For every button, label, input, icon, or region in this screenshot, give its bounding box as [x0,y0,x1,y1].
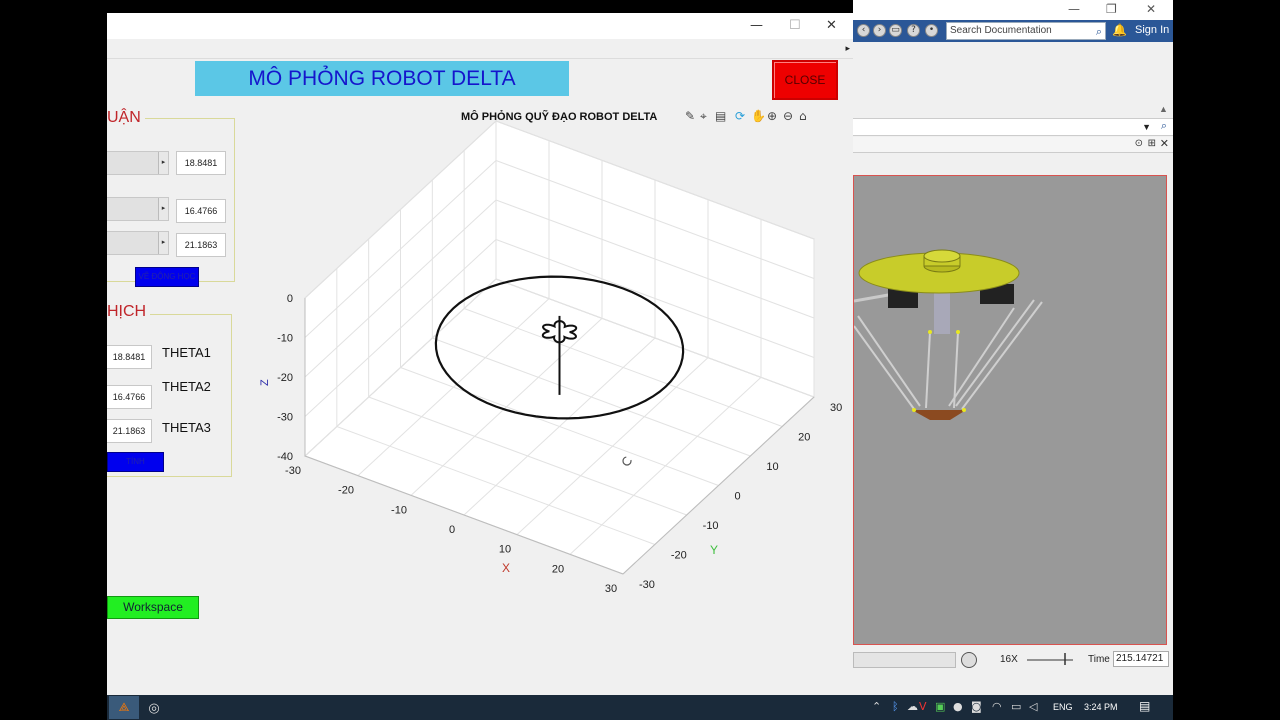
play-icon[interactable] [961,652,977,668]
search-icon[interactable]: ⌕ [1161,120,1167,133]
back-icon[interactable]: ‹ [857,24,870,37]
doc-search-input[interactable]: Search Documentation ⌕ [946,22,1106,40]
cloud-icon[interactable]: ☁ [907,700,918,713]
tray-expand-icon[interactable]: ⌃ [872,700,881,713]
app-taskbar-icon[interactable]: ◎ [143,696,165,719]
windows-taskbar: ⟁ ◎ ⌃ ᛒ ☁ V ▣ ● ◙ ◠ ▭ ◁ ENG 3:24 PM ▤ [107,695,1173,720]
y-tick-label: 30 [830,402,842,414]
x-tick-label: -10 [391,504,407,516]
bg-panel-header: ⊙ ⊞ ✕ [853,137,1173,153]
vivaldi-icon[interactable]: V [919,700,927,713]
close-icon[interactable]: ✕ [1160,137,1169,150]
wifi-icon[interactable]: ◠ [992,700,1002,713]
minimize-icon[interactable]: — [1068,2,1080,16]
bell-icon[interactable]: 🔔 [1112,23,1127,37]
z-tick-label: -30 [277,412,293,424]
forward-icon[interactable]: › [873,24,886,37]
stop-icon[interactable]: • [925,24,938,37]
sim-status-field [853,652,956,668]
tray-app-icon[interactable]: ▣ [935,700,945,713]
z-axis-label: Z [259,379,271,386]
background-simulink-window: — ❐ ✕ ‹ › ▭ ? • Search Documentation ⌕ 🔔… [853,0,1173,695]
collapse-icon[interactable]: ▲ [1159,104,1168,114]
y-tick-label: 10 [766,461,778,473]
matlab-taskbar-icon[interactable]: ⟁ [109,696,139,719]
speed-slider[interactable] [1025,651,1075,667]
y-tick-label: -10 [703,520,719,532]
input-language[interactable]: ENG [1053,702,1073,712]
y-tick-label: 20 [798,432,810,444]
desktop: — ❐ ✕ ‹ › ▭ ? • Search Documentation ⌕ 🔔… [0,0,1280,720]
close-icon[interactable]: ✕ [1146,2,1156,16]
z-tick-label: -20 [277,372,293,384]
y-tick-label: -30 [639,579,655,591]
delta-robot-render [853,249,1043,420]
dropdown-arrow-icon[interactable]: ▼ [1142,122,1151,132]
y-tick-label: -20 [671,550,687,562]
figure-window: — ☐ ✕ ▸ MÔ PHỎNG ROBOT DELTA CLOSE UẬN ▸… [107,13,853,695]
bg-titlebar: — ❐ ✕ [853,0,1173,20]
z-tick-label: 0 [287,293,293,305]
x-tick-label: 10 [499,544,511,556]
time-label: Time [1088,654,1110,665]
time-value: 215.14721 [1113,651,1169,667]
options-icon[interactable]: ⊙ [1135,138,1143,149]
z-tick-label: -10 [277,333,293,345]
print-icon[interactable]: ▭ [889,24,902,37]
simscape-3d-viewer[interactable] [853,175,1167,645]
tray-app2-icon[interactable]: ◙ [971,700,982,713]
sim-status-bar: 16X Time 215.14721 [853,648,1173,672]
doc-toolbar: ‹ › ▭ ? • Search Documentation ⌕ 🔔 Sign … [853,20,1173,42]
speed-label: 16X [1000,654,1018,665]
x-tick-label: 30 [605,583,617,595]
trajectory-plot[interactable]: -30 -20 -10 0 10 20 30 -30 -20 -10 0 10 20 30 0 -10 -20 -… [107,13,853,695]
volume-icon[interactable]: ◁ [1029,700,1037,713]
help-icon[interactable]: ? [907,24,920,37]
z-tick-label: -40 [277,451,293,463]
y-tick-label: 0 [735,491,741,503]
restore-icon[interactable]: ❐ [1106,2,1117,16]
x-tick-label: 20 [552,563,564,575]
x-tick-label: 0 [449,524,455,536]
y-axis-label: Y [710,543,718,557]
bg-address-bar[interactable]: ▼ ⌕ [853,118,1173,136]
network-icon[interactable]: ▭ [1011,700,1021,713]
bluetooth-icon[interactable]: ᛒ [892,700,899,713]
taskbar-clock[interactable]: 3:24 PM [1084,702,1118,712]
search-placeholder: Search Documentation [950,25,1052,36]
sign-in-link[interactable]: Sign In [1135,24,1169,36]
x-tick-label: -20 [338,485,354,497]
x-axis-label: X [502,561,510,575]
notifications-icon[interactable]: ▤ [1139,699,1150,713]
search-icon[interactable]: ⌕ [1096,24,1102,40]
x-tick-label: -30 [285,465,301,477]
microphone-icon[interactable]: ● [953,700,963,713]
undock-icon[interactable]: ⊞ [1148,138,1156,149]
